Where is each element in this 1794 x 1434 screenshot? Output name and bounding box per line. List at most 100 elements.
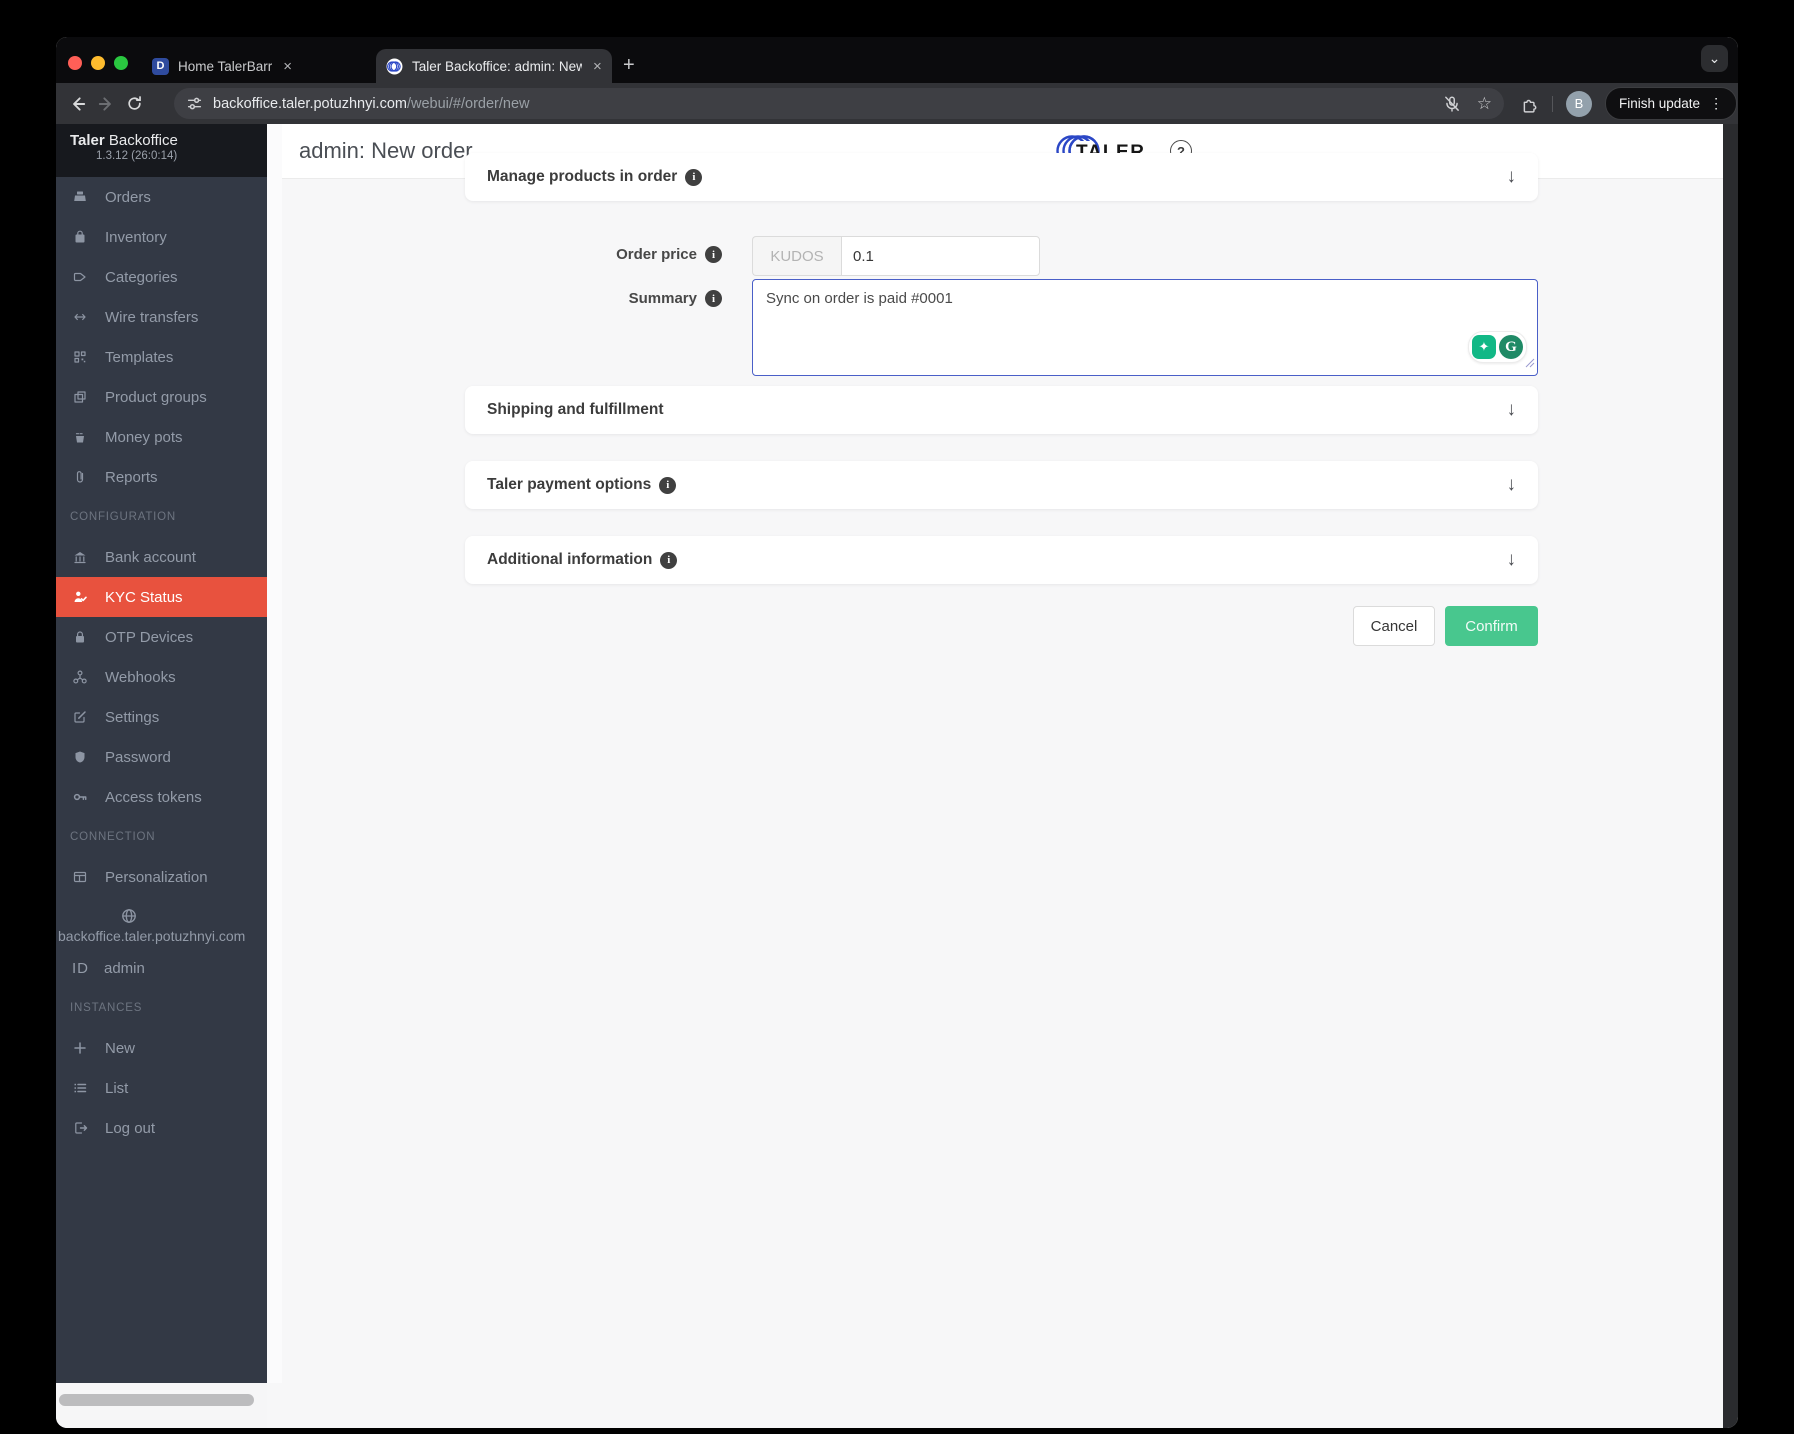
- section-payment-options[interactable]: Taler payment options i ↓: [465, 461, 1538, 509]
- sidebar-item-password[interactable]: Password: [56, 737, 267, 777]
- url-bar[interactable]: backoffice.taler.potuzhnyi.com/webui/#/o…: [174, 88, 1504, 119]
- talerbarr-favicon: D: [152, 57, 169, 75]
- site-settings-icon[interactable]: [186, 95, 203, 112]
- globe-icon: [120, 907, 138, 925]
- summary-textarea[interactable]: Sync on order is paid #0001: [753, 280, 1537, 375]
- traffic-light-zoom[interactable]: [114, 56, 128, 70]
- profile-avatar[interactable]: B: [1566, 90, 1592, 117]
- tab-taler-backoffice[interactable]: Taler Backoffice: admin: New ×: [376, 49, 612, 83]
- url-domain: backoffice.taler.potuzhnyi.com: [213, 95, 407, 112]
- bookmark-star-icon[interactable]: ☆: [1477, 94, 1492, 114]
- confirm-button[interactable]: Confirm: [1445, 606, 1538, 646]
- section-additional-info[interactable]: Additional information i ↓: [465, 536, 1538, 584]
- templates-icon: [72, 349, 88, 365]
- info-icon[interactable]: i: [685, 168, 703, 186]
- sidebar-section-connection: CONNECTION: [70, 831, 156, 843]
- info-icon[interactable]: i: [660, 551, 678, 569]
- browser-toolbar: backoffice.taler.potuzhnyi.com/webui/#/o…: [56, 83, 1738, 124]
- section-title: Manage products in order: [487, 168, 678, 185]
- suggestion-icon[interactable]: ✦: [1472, 335, 1496, 359]
- mic-blocked-icon[interactable]: [1443, 95, 1461, 113]
- sidebar-item-inventory[interactable]: Inventory: [56, 217, 267, 257]
- sidebar-item-instance-id[interactable]: ID admin: [56, 948, 267, 988]
- url-text: backoffice.taler.potuzhnyi.com/webui/#/o…: [213, 96, 1431, 112]
- extensions-icon[interactable]: [1521, 95, 1539, 113]
- categories-icon: [72, 269, 88, 285]
- sidebar-item-kyc-status[interactable]: KYC Status: [56, 577, 267, 617]
- layout-gap: [267, 124, 282, 1383]
- sidebar-item-wire-transfers[interactable]: Wire transfers: [56, 297, 267, 337]
- menu-dots-icon[interactable]: ⋮: [1709, 95, 1723, 112]
- info-icon[interactable]: i: [705, 246, 722, 263]
- section-title: Additional information: [487, 551, 653, 568]
- sidebar-item-templates[interactable]: Templates: [56, 337, 267, 377]
- screenshot-stage: D Home TalerBarr × Taler Backoffice: adm…: [0, 0, 1794, 1434]
- forward-icon[interactable]: [92, 95, 120, 113]
- close-tab-icon[interactable]: ×: [283, 58, 292, 75]
- browser-window: D Home TalerBarr × Taler Backoffice: adm…: [56, 37, 1738, 1428]
- sidebar-item-categories[interactable]: Categories: [56, 257, 267, 297]
- info-icon[interactable]: i: [659, 476, 677, 494]
- sidebar-item-product-groups[interactable]: Product groups: [56, 377, 267, 417]
- section-manage-products[interactable]: Manage products in order i ↓: [465, 153, 1538, 201]
- taler-favicon: [386, 58, 403, 75]
- sidebar-item-log-out[interactable]: Log out: [56, 1108, 267, 1148]
- access-tokens-key-icon: [72, 789, 88, 805]
- page-scrollbar-track[interactable]: [1723, 124, 1738, 1428]
- tab-strip: D Home TalerBarr × Taler Backoffice: adm…: [56, 37, 1738, 83]
- sidebar-item-webhooks[interactable]: Webhooks: [56, 657, 267, 697]
- currency-addon: KUDOS: [752, 236, 841, 276]
- otp-lock-icon: [72, 629, 88, 645]
- expand-arrow-icon: ↓: [1506, 474, 1517, 495]
- info-icon[interactable]: i: [705, 290, 722, 307]
- main-content: admin: New order TALER ? Manage products…: [282, 124, 1723, 1428]
- chevron-down-icon: ⌄: [1708, 50, 1721, 66]
- sidebar-section-configuration: CONFIGURATION: [70, 511, 177, 523]
- order-price-input[interactable]: [841, 236, 1040, 276]
- plus-icon: [72, 1040, 88, 1056]
- section-title: Taler payment options: [487, 476, 652, 493]
- section-shipping[interactable]: Shipping and fulfillment ↓: [465, 386, 1538, 434]
- sidebar-item-reports[interactable]: Reports: [56, 457, 267, 497]
- cancel-button[interactable]: Cancel: [1353, 606, 1435, 646]
- sidebar-section-instances: INSTANCES: [70, 1002, 143, 1014]
- tab-title: Taler Backoffice: admin: New: [412, 58, 582, 74]
- grammarly-icon[interactable]: G: [1499, 335, 1523, 359]
- section-title: Shipping and fulfillment: [487, 401, 664, 418]
- tab-search-button[interactable]: ⌄: [1701, 45, 1728, 72]
- url-path: /webui/#/order/new: [406, 95, 530, 112]
- sidebar-item-new-instance[interactable]: New: [56, 1028, 267, 1068]
- horizontal-scrollbar-thumb[interactable]: [59, 1394, 254, 1406]
- sidebar-item-list-instances[interactable]: List: [56, 1068, 267, 1108]
- orders-icon: [72, 189, 88, 205]
- close-tab-icon[interactable]: ×: [593, 58, 602, 75]
- sidebar-item-settings[interactable]: Settings: [56, 697, 267, 737]
- resize-handle-icon[interactable]: [1525, 355, 1535, 373]
- grammarly-widget[interactable]: ✦ G: [1468, 331, 1527, 363]
- sidebar-item-otp-devices[interactable]: OTP Devices: [56, 617, 267, 657]
- app-title: Taler Backoffice: [70, 132, 178, 149]
- horizontal-scrollbar: [56, 1383, 267, 1428]
- sidebar-item-backend-url[interactable]: backoffice.taler.potuzhnyi.com: [56, 897, 267, 948]
- logout-icon: [72, 1120, 88, 1136]
- expand-arrow-icon: ↓: [1506, 399, 1517, 420]
- tab-title: Home TalerBarr: [178, 58, 273, 74]
- expand-arrow-icon: ↓: [1506, 166, 1517, 187]
- back-icon[interactable]: [64, 95, 92, 113]
- sidebar-item-money-pots[interactable]: Money pots: [56, 417, 267, 457]
- tab-home-talerbarr[interactable]: D Home TalerBarr ×: [142, 49, 366, 83]
- reload-icon[interactable]: [120, 95, 148, 112]
- list-icon: [72, 1080, 88, 1096]
- bank-account-icon: [72, 549, 88, 565]
- traffic-light-close[interactable]: [68, 56, 82, 70]
- traffic-light-minimize[interactable]: [91, 56, 105, 70]
- wire-transfers-icon: [72, 309, 88, 325]
- sidebar-item-access-tokens[interactable]: Access tokens: [56, 777, 267, 817]
- sidebar-item-bank-account[interactable]: Bank account: [56, 537, 267, 577]
- finish-update-button[interactable]: Finish update ⋮: [1605, 87, 1738, 120]
- page-title: admin: New order: [299, 138, 473, 163]
- sidebar-item-personalization[interactable]: Personalization: [56, 857, 267, 897]
- sidebar-item-orders[interactable]: Orders: [56, 177, 267, 217]
- new-tab-button[interactable]: +: [623, 55, 635, 75]
- expand-arrow-icon: ↓: [1506, 549, 1517, 570]
